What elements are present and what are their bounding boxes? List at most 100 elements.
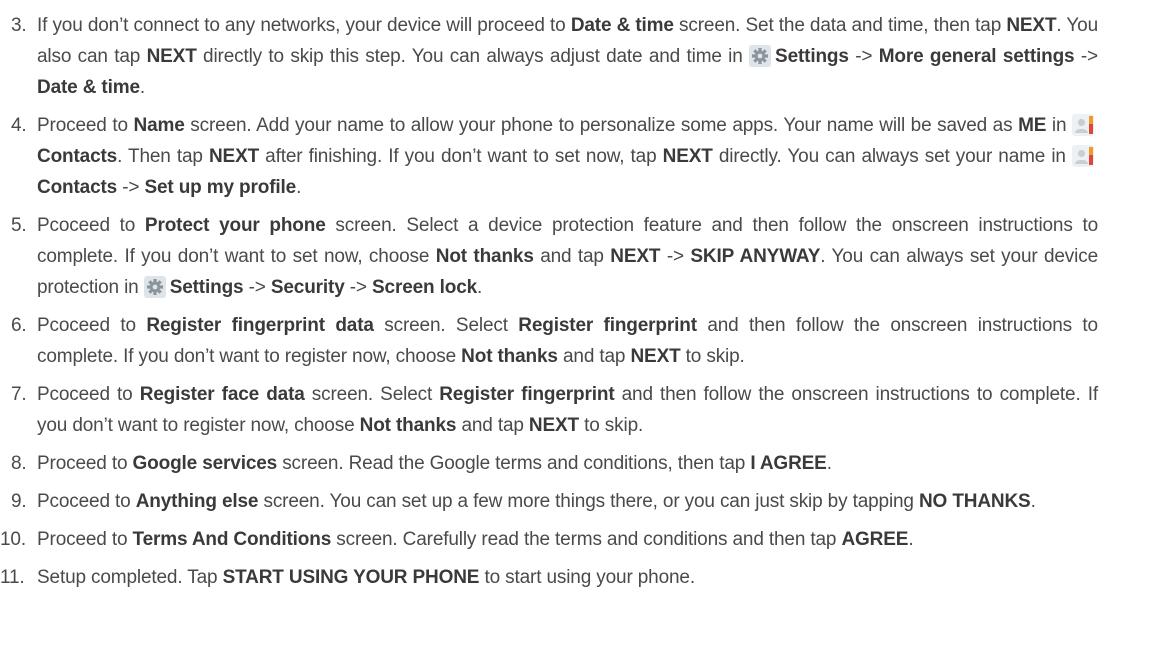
- bold-term: NEXT: [630, 346, 681, 367]
- step-text-run: Setup completed. Tap: [37, 567, 223, 588]
- step-number: 11.: [0, 567, 25, 588]
- step-text-run: screen. Set the data and time, then tap: [673, 15, 1007, 36]
- bold-term: Set up my profile: [144, 177, 297, 198]
- bold-term: Register face data: [139, 384, 305, 405]
- step-text-run: If you don’t connect to any networks, yo…: [37, 15, 571, 36]
- bold-term: Register fingerprint data: [146, 315, 374, 336]
- bold-term: Not thanks: [461, 346, 558, 367]
- bold-term: Protect your phone: [144, 215, 326, 236]
- step-text: Setup completed. Tap START USING YOUR PH…: [37, 562, 1098, 593]
- bold-term: SKIP ANYWAY: [690, 246, 821, 267]
- setup-step: 3. If you don’t connect to any networks, …: [0, 10, 1098, 103]
- contacts-icon: [1072, 145, 1094, 167]
- step-text-run: to start using your phone.: [479, 567, 695, 588]
- step-number: 8.: [11, 453, 27, 474]
- step-text-run: Proceed to: [37, 529, 133, 550]
- step-text-run: directly to skip this step. You can alwa…: [196, 46, 750, 67]
- step-text-run: Pcoceed to: [37, 491, 136, 512]
- bold-term: Google services: [132, 453, 278, 474]
- setup-step: 4. Proceed to Name screen. Add your name …: [0, 110, 1098, 203]
- setup-step: 6. Pcoceed to Register fingerprint data s…: [0, 310, 1098, 372]
- setup-step: 10. Proceed to Terms And Conditions scree…: [0, 524, 1098, 555]
- bold-term: Terms And Conditions: [132, 529, 332, 550]
- step-text: Pcoceed to Register fingerprint data scr…: [37, 310, 1098, 372]
- step-text-run: screen. You can set up a few more things…: [258, 491, 919, 512]
- step-text-run: . Then tap: [117, 146, 209, 167]
- step-text-run: ->: [660, 246, 691, 267]
- bold-term: Date & time: [570, 15, 674, 36]
- step-text-run: .: [1030, 491, 1036, 512]
- bold-term: ME: [1018, 115, 1047, 136]
- step-text-run: screen. Select: [373, 315, 519, 336]
- step-text-run: ->: [344, 277, 373, 298]
- bold-term: NEXT: [1006, 15, 1057, 36]
- bold-term: Settings: [169, 277, 244, 298]
- bold-term: START USING YOUR PHONE: [222, 567, 480, 588]
- bold-term: Name: [133, 115, 185, 136]
- step-text: Proceed to Name screen. Add your name to…: [37, 110, 1098, 203]
- step-number: 5.: [11, 215, 27, 236]
- step-text-run: and tap: [557, 346, 631, 367]
- step-text-run: screen. Carefully read the terms and con…: [331, 529, 842, 550]
- bold-term: NEXT: [610, 246, 661, 267]
- step-text-run: .: [477, 277, 483, 298]
- bold-term: Anything else: [135, 491, 259, 512]
- step-text-run: screen. Read the Google terms and condit…: [277, 453, 751, 474]
- setup-step: 9. Pcoceed to Anything else screen. You c…: [0, 486, 1098, 517]
- step-text-run: Pcoceed to: [37, 315, 147, 336]
- step-number: 4.: [11, 115, 27, 136]
- step-text-run: Pcoceed to: [37, 384, 140, 405]
- document-page: 3. If you don’t connect to any networks, …: [0, 0, 1158, 664]
- bold-term: NEXT: [528, 415, 579, 436]
- setup-steps-list: 3. If you don’t connect to any networks, …: [0, 10, 1098, 593]
- step-text: Pcoceed to Protect your phone screen. Se…: [37, 210, 1098, 303]
- contacts-icon: [1072, 114, 1094, 136]
- step-text-run: .: [139, 77, 146, 98]
- settings-gear-icon: [749, 45, 772, 67]
- step-text-run: and tap: [533, 246, 611, 267]
- step-number: 3.: [11, 15, 27, 36]
- bold-term: More general settings: [878, 46, 1075, 67]
- bold-term: Register fingerprint: [518, 315, 697, 336]
- step-text-run: Pcoceed to: [37, 215, 145, 236]
- step-text-run: screen. Add your name to allow your phon…: [184, 115, 1019, 136]
- setup-step: 5. Pcoceed to Protect your phone screen. …: [0, 210, 1098, 303]
- step-text-run: ->: [1074, 46, 1098, 67]
- step-text-run: Proceed to: [37, 115, 134, 136]
- step-text-run: directly. You can always set your name i…: [712, 146, 1072, 167]
- bold-term: Register fingerprint: [439, 384, 615, 405]
- step-text-run: in: [1046, 115, 1072, 136]
- bold-term: NEXT: [662, 146, 713, 167]
- bold-term: Screen lock: [372, 277, 478, 298]
- step-text-run: and tap: [456, 415, 529, 436]
- step-text: Pcoceed to Anything else screen. You can…: [37, 486, 1098, 517]
- bold-term: I AGREE: [750, 453, 827, 474]
- setup-step: 7. Pcoceed to Register face data screen. …: [0, 379, 1098, 441]
- step-text-run: screen. Select: [304, 384, 440, 405]
- step-number: 6.: [11, 315, 27, 336]
- bold-term: Contacts: [37, 177, 118, 198]
- settings-gear-icon: [143, 276, 166, 298]
- bold-term: Not thanks: [359, 415, 457, 436]
- step-text-run: Proceed to: [37, 453, 133, 474]
- step-text-run: to skip.: [579, 415, 644, 436]
- step-text-run: .: [296, 177, 302, 198]
- bold-term: Contacts: [37, 146, 118, 167]
- bold-term: Date & time: [37, 77, 140, 98]
- step-text-run: .: [908, 529, 914, 550]
- bold-term: Not thanks: [435, 246, 534, 267]
- step-number: 10.: [0, 529, 26, 550]
- step-number: 7.: [11, 384, 27, 405]
- bold-term: NO THANKS: [918, 491, 1031, 512]
- bold-term: AGREE: [841, 529, 909, 550]
- step-text-run: to skip.: [680, 346, 745, 367]
- step-text: Pcoceed to Register face data screen. Se…: [37, 379, 1098, 441]
- step-text-run: after finishing. If you don’t want to se…: [259, 146, 663, 167]
- step-number: 9.: [11, 491, 27, 512]
- step-text: Proceed to Terms And Conditions screen. …: [37, 524, 1098, 555]
- bold-term: Security: [270, 277, 345, 298]
- step-text-run: ->: [848, 46, 879, 67]
- step-text-run: ->: [243, 277, 271, 298]
- setup-step: 8. Proceed to Google services screen. Rea…: [0, 448, 1098, 479]
- step-text: If you don’t connect to any networks, yo…: [37, 10, 1098, 103]
